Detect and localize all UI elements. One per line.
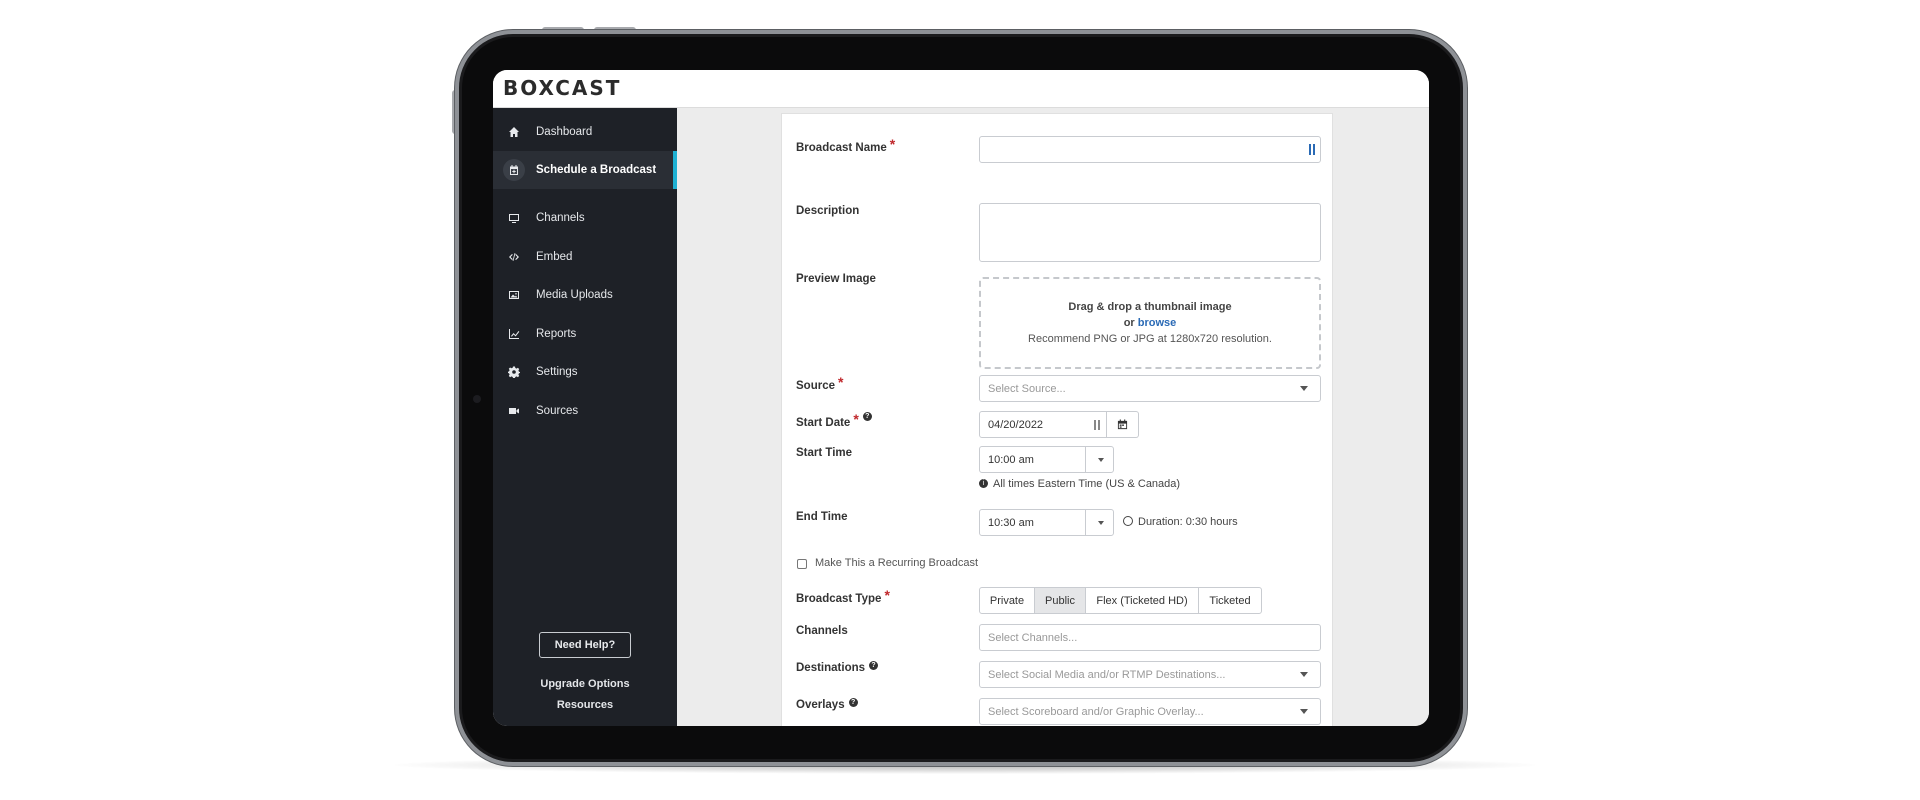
channels-label: Channels bbox=[796, 625, 848, 637]
need-help-button[interactable]: Need Help? bbox=[539, 632, 631, 658]
broadcast-type-private[interactable]: Private bbox=[979, 587, 1035, 614]
sidebar-item-label: Schedule a Broadcast bbox=[536, 164, 657, 176]
sidebar-item-label: Channels bbox=[536, 212, 585, 224]
broadcast-type-public[interactable]: Public bbox=[1034, 587, 1086, 614]
start-time-label: Start Time bbox=[796, 447, 853, 459]
source-label: Source * bbox=[796, 374, 844, 392]
dropzone-instruction: Drag & drop a thumbnail image bbox=[1068, 301, 1232, 313]
duration-note: Duration: 0:30 hours bbox=[1123, 516, 1238, 528]
boxcast-logo[interactable]: BOXCAST bbox=[503, 76, 621, 100]
start-time-value: 10:00 am bbox=[988, 453, 1034, 466]
help-icon[interactable]: ? bbox=[848, 698, 858, 707]
sidebar-item-label: Media Uploads bbox=[536, 289, 613, 301]
broadcast-type-ticketed[interactable]: Ticketed bbox=[1198, 587, 1262, 614]
code-icon bbox=[503, 246, 525, 268]
dropzone-hint: Recommend PNG or JPG at 1280x720 resolut… bbox=[1028, 333, 1272, 345]
recurring-checkbox[interactable] bbox=[797, 559, 807, 569]
calendar-button[interactable] bbox=[1107, 411, 1139, 438]
sidebar-item-label: Reports bbox=[536, 328, 577, 340]
clock-icon bbox=[1123, 516, 1133, 526]
preview-image-label: Preview Image bbox=[796, 273, 876, 285]
start-date-label: Start Date *? bbox=[796, 411, 872, 429]
select-divider bbox=[1085, 510, 1086, 535]
top-bar: BOXCAST bbox=[493, 70, 1429, 108]
device-mockup: BOXCAST Dashboard Schedule a Broadcast C… bbox=[0, 0, 1920, 800]
description-textarea[interactable] bbox=[979, 203, 1321, 262]
sidebar-item-label: Settings bbox=[536, 366, 578, 378]
broadcast-type-label: Broadcast Type * bbox=[796, 587, 890, 605]
calendar-icon bbox=[1117, 419, 1128, 430]
video-camera-icon bbox=[503, 400, 525, 422]
password-manager-icon[interactable] bbox=[1309, 144, 1315, 155]
chevron-down-icon bbox=[1300, 672, 1308, 677]
sidebar-item-channels[interactable]: Channels bbox=[493, 199, 677, 237]
description-label: Description bbox=[796, 205, 860, 217]
chevron-down-icon bbox=[1300, 386, 1308, 391]
chevron-down-icon bbox=[1098, 521, 1104, 525]
overlays-select[interactable]: Select Scoreboard and/or Graphic Overlay… bbox=[979, 698, 1321, 725]
overlays-placeholder: Select Scoreboard and/or Graphic Overlay… bbox=[988, 705, 1204, 718]
required-marker: * bbox=[853, 411, 859, 427]
help-icon[interactable]: ? bbox=[862, 412, 872, 421]
sidebar-item-label: Dashboard bbox=[536, 126, 593, 138]
end-time-select[interactable]: 10:30 am bbox=[979, 509, 1114, 536]
sidebar-item-media-uploads[interactable]: Media Uploads bbox=[493, 276, 677, 314]
recurring-label[interactable]: Make This a Recurring Broadcast bbox=[815, 557, 978, 569]
dropzone-or-line: or browse bbox=[981, 317, 1319, 329]
source-select[interactable]: Select Source... bbox=[979, 375, 1321, 402]
chevron-down-icon bbox=[1098, 458, 1104, 462]
start-time-select[interactable]: 10:00 am bbox=[979, 446, 1114, 473]
sidebar-item-settings[interactable]: Settings bbox=[493, 353, 677, 391]
password-manager-icon bbox=[1094, 420, 1100, 430]
sidebar-item-sources[interactable]: Sources bbox=[493, 392, 677, 430]
chart-line-icon bbox=[503, 323, 525, 345]
required-marker: * bbox=[884, 587, 890, 603]
home-icon bbox=[503, 121, 525, 143]
select-divider bbox=[1085, 447, 1086, 472]
main-content: Broadcast Name * Description Preview Imag… bbox=[677, 108, 1429, 726]
sidebar-item-label: Sources bbox=[536, 405, 579, 417]
end-time-value: 10:30 am bbox=[988, 516, 1034, 529]
destinations-select[interactable]: Select Social Media and/or RTMP Destinat… bbox=[979, 661, 1321, 688]
start-date-value: 04/20/2022 bbox=[988, 418, 1044, 431]
broadcast-type-flex[interactable]: Flex (Ticketed HD) bbox=[1085, 587, 1199, 614]
monitor-icon bbox=[503, 207, 525, 229]
sidebar-item-dashboard[interactable]: Dashboard bbox=[493, 113, 677, 151]
preview-image-dropzone[interactable]: Drag & drop a thumbnail image or browse … bbox=[979, 277, 1321, 369]
or-text: or bbox=[1123, 317, 1135, 329]
sidebar-item-embed[interactable]: Embed bbox=[493, 238, 677, 276]
resources-link[interactable]: Resources bbox=[493, 699, 677, 711]
destinations-label: Destinations? bbox=[796, 661, 879, 674]
destinations-placeholder: Select Social Media and/or RTMP Destinat… bbox=[988, 668, 1226, 681]
timezone-note: i All times Eastern Time (US & Canada) bbox=[979, 478, 1180, 490]
broadcast-name-label: Broadcast Name * bbox=[796, 136, 896, 154]
channels-select[interactable]: Select Channels... bbox=[979, 624, 1321, 651]
calendar-plus-icon bbox=[503, 159, 525, 181]
app-screen: BOXCAST Dashboard Schedule a Broadcast C… bbox=[493, 70, 1429, 726]
channels-placeholder: Select Channels... bbox=[988, 631, 1078, 644]
upgrade-options-link[interactable]: Upgrade Options bbox=[493, 678, 677, 690]
required-marker: * bbox=[838, 374, 844, 390]
chevron-down-icon bbox=[1300, 709, 1308, 714]
sidebar-item-reports[interactable]: Reports bbox=[493, 315, 677, 353]
browse-link[interactable]: browse bbox=[1138, 317, 1177, 329]
front-camera bbox=[473, 395, 481, 403]
overlays-label: Overlays? bbox=[796, 698, 858, 711]
info-icon: i bbox=[979, 479, 988, 488]
sidebar-item-schedule-broadcast[interactable]: Schedule a Broadcast bbox=[493, 151, 677, 189]
start-date-input[interactable]: 04/20/2022 bbox=[979, 411, 1107, 438]
help-icon[interactable]: ? bbox=[869, 661, 879, 670]
source-placeholder: Select Source... bbox=[988, 382, 1066, 395]
broadcast-name-input[interactable] bbox=[979, 136, 1321, 163]
required-marker: * bbox=[889, 136, 896, 152]
end-time-label: End Time bbox=[796, 511, 848, 523]
broadcast-form: Broadcast Name * Description Preview Imag… bbox=[781, 113, 1333, 726]
sidebar-item-label: Embed bbox=[536, 251, 573, 263]
gear-icon bbox=[503, 361, 525, 383]
sidebar: Dashboard Schedule a Broadcast Channels … bbox=[493, 108, 677, 726]
image-icon bbox=[503, 284, 525, 306]
